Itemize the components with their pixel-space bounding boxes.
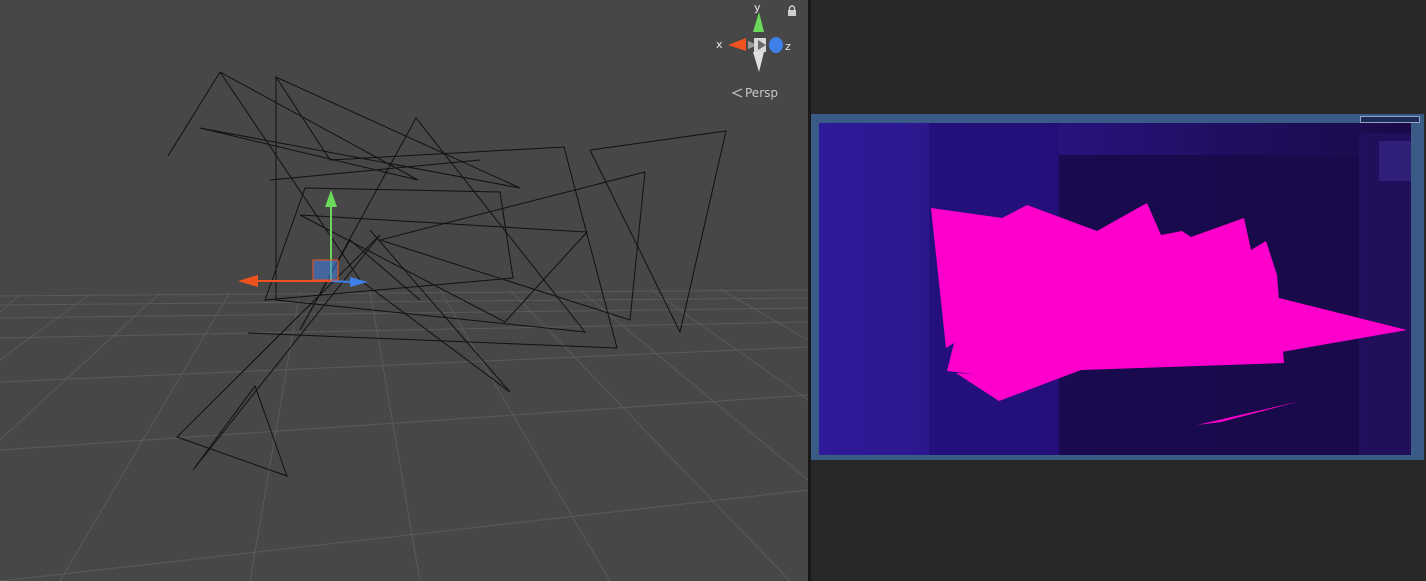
- lock-icon[interactable]: [787, 5, 797, 17]
- chevron-left-icon: [731, 88, 743, 98]
- ground-grid: [0, 288, 808, 581]
- gizmo-x-label: x: [716, 38, 723, 51]
- editor-window: y x z Persp: [0, 0, 1426, 581]
- scene-view[interactable]: y x z Persp: [0, 0, 808, 581]
- xy-plane-handle: [312, 259, 339, 281]
- game-view[interactable]: [811, 0, 1426, 581]
- gizmo-y-cone: [753, 12, 764, 32]
- x-axis-arrow: [238, 275, 258, 287]
- transform-handle: [238, 190, 368, 287]
- y-axis-arrow: [325, 190, 337, 207]
- scene-canvas[interactable]: [0, 0, 808, 581]
- gizmo-y-label: y: [754, 1, 761, 14]
- projection-toggle[interactable]: Persp: [731, 86, 778, 100]
- gizmo-z-cone: [769, 37, 783, 53]
- wireframe-mesh: [167, 71, 727, 477]
- camera-feed-graphic: [819, 123, 1411, 455]
- projection-label: Persp: [745, 86, 778, 100]
- stats-indicator: [1360, 116, 1420, 123]
- gizmo-z-label: z: [785, 40, 791, 53]
- camera-feed: [819, 123, 1411, 455]
- gizmo-x-cone: [728, 38, 746, 51]
- game-view-frame: [811, 114, 1424, 460]
- gizmo-neg-y-cone: [753, 52, 764, 72]
